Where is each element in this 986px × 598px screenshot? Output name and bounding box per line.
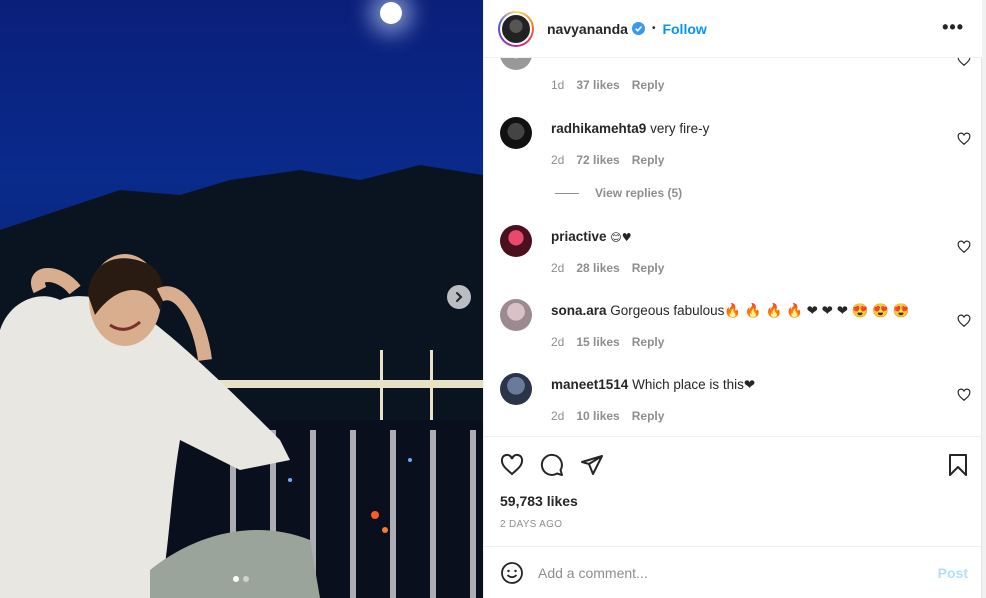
comment-heart-icon[interactable] bbox=[957, 240, 971, 254]
comment-text: radhikamehta9 very fire-y bbox=[551, 121, 709, 136]
comment-meta: 1d 37 likes Reply bbox=[551, 78, 664, 92]
commenter-username[interactable]: priactive bbox=[551, 229, 607, 244]
more-options-icon[interactable]: ••• bbox=[942, 17, 964, 38]
author-avatar[interactable] bbox=[498, 10, 534, 47]
view-replies-label: View replies (5) bbox=[595, 186, 683, 200]
reply-button[interactable]: Reply bbox=[632, 335, 665, 349]
post-details-panel: navyananda • Follow ••• 1d 37 likes Repl… bbox=[483, 0, 982, 598]
commenter-username[interactable]: maneet1514 bbox=[551, 377, 628, 392]
comment-icon[interactable] bbox=[540, 453, 564, 477]
comment-likes[interactable]: 28 likes bbox=[576, 261, 619, 275]
comment-meta: 2d 10 likes Reply bbox=[551, 409, 664, 423]
commenter-username[interactable]: sona.ara bbox=[551, 303, 607, 318]
commenter-avatar[interactable] bbox=[500, 373, 532, 405]
carousel-dot-active bbox=[233, 576, 239, 582]
comment-time: 2d bbox=[551, 409, 565, 423]
view-replies-button[interactable]: View replies (5) bbox=[555, 186, 682, 200]
comment-time: 2d bbox=[551, 261, 565, 275]
woman-figure bbox=[0, 254, 320, 598]
comment-text: priactive 😊♥ bbox=[551, 229, 632, 244]
moon bbox=[380, 2, 402, 24]
commenter-avatar[interactable] bbox=[500, 225, 532, 257]
comment-likes[interactable]: 10 likes bbox=[576, 409, 619, 423]
comment-heart-icon[interactable] bbox=[957, 388, 971, 402]
comment-body: very fire-y bbox=[650, 121, 710, 136]
comment-heart-icon[interactable] bbox=[957, 314, 971, 328]
comment-heart-icon[interactable] bbox=[957, 132, 971, 146]
reply-button[interactable]: Reply bbox=[632, 409, 665, 423]
follow-button[interactable]: Follow bbox=[662, 21, 706, 37]
comment-input[interactable] bbox=[538, 564, 918, 581]
share-icon[interactable] bbox=[580, 453, 604, 477]
comment-body: 😊♥ bbox=[610, 231, 632, 244]
commenter-username[interactable]: radhikamehta9 bbox=[551, 121, 646, 136]
post-header: navyananda • Follow ••• bbox=[484, 0, 982, 58]
comment-time: 2d bbox=[551, 153, 565, 167]
post-comment-button[interactable]: Post bbox=[938, 565, 968, 581]
comment-body: Which place is this❤ bbox=[632, 377, 756, 392]
comment-likes[interactable]: 15 likes bbox=[576, 335, 619, 349]
scrollbar[interactable] bbox=[981, 0, 986, 598]
reply-button[interactable]: Reply bbox=[632, 78, 665, 92]
reply-button[interactable]: Reply bbox=[632, 153, 665, 167]
post-date: 2 DAYS AGO bbox=[500, 519, 563, 530]
bookmark-icon[interactable] bbox=[947, 453, 969, 477]
commenter-avatar[interactable] bbox=[500, 299, 532, 331]
post-photo[interactable] bbox=[0, 0, 483, 598]
comment-meta: 2d 15 likes Reply bbox=[551, 335, 664, 349]
comment-body: Gorgeous fabulous🔥 🔥 🔥 🔥 ❤ ❤ ❤ 😍 😍 😍 bbox=[610, 303, 910, 318]
comments-list: 1d 37 likes Reply radhikamehta9 very fir… bbox=[484, 58, 982, 436]
comment-meta: 2d 28 likes Reply bbox=[551, 261, 664, 275]
commenter-avatar[interactable] bbox=[500, 117, 532, 149]
comment-likes[interactable]: 72 likes bbox=[576, 153, 619, 167]
comment-text: sona.ara Gorgeous fabulous🔥 🔥 🔥 🔥 ❤ ❤ ❤ … bbox=[551, 303, 910, 319]
add-comment-bar: Post bbox=[484, 546, 982, 598]
carousel-dot bbox=[243, 576, 249, 582]
reply-button[interactable]: Reply bbox=[632, 261, 665, 275]
carousel-dots bbox=[233, 576, 249, 582]
comment-heart-icon[interactable] bbox=[957, 58, 971, 67]
comment-time: 1d bbox=[551, 78, 565, 92]
chevron-right-icon bbox=[456, 292, 463, 302]
like-count[interactable]: 59,783 likes bbox=[500, 493, 578, 509]
author-username[interactable]: navyananda bbox=[547, 21, 628, 37]
comment-text: maneet1514 Which place is this❤ bbox=[551, 377, 755, 393]
verified-badge-icon bbox=[631, 22, 645, 35]
comment-meta: 2d 72 likes Reply bbox=[551, 153, 664, 167]
commenter-avatar[interactable] bbox=[500, 58, 532, 70]
emoji-icon[interactable] bbox=[500, 561, 524, 585]
comment-likes[interactable]: 37 likes bbox=[576, 78, 619, 92]
action-icons bbox=[500, 453, 604, 477]
separator-dot: • bbox=[651, 23, 656, 34]
next-photo-button[interactable] bbox=[447, 285, 471, 309]
divider-line bbox=[555, 192, 579, 194]
comment-time: 2d bbox=[551, 335, 565, 349]
post-actions: 59,783 likes 2 DAYS AGO bbox=[484, 436, 982, 546]
heart-icon[interactable] bbox=[500, 453, 524, 477]
